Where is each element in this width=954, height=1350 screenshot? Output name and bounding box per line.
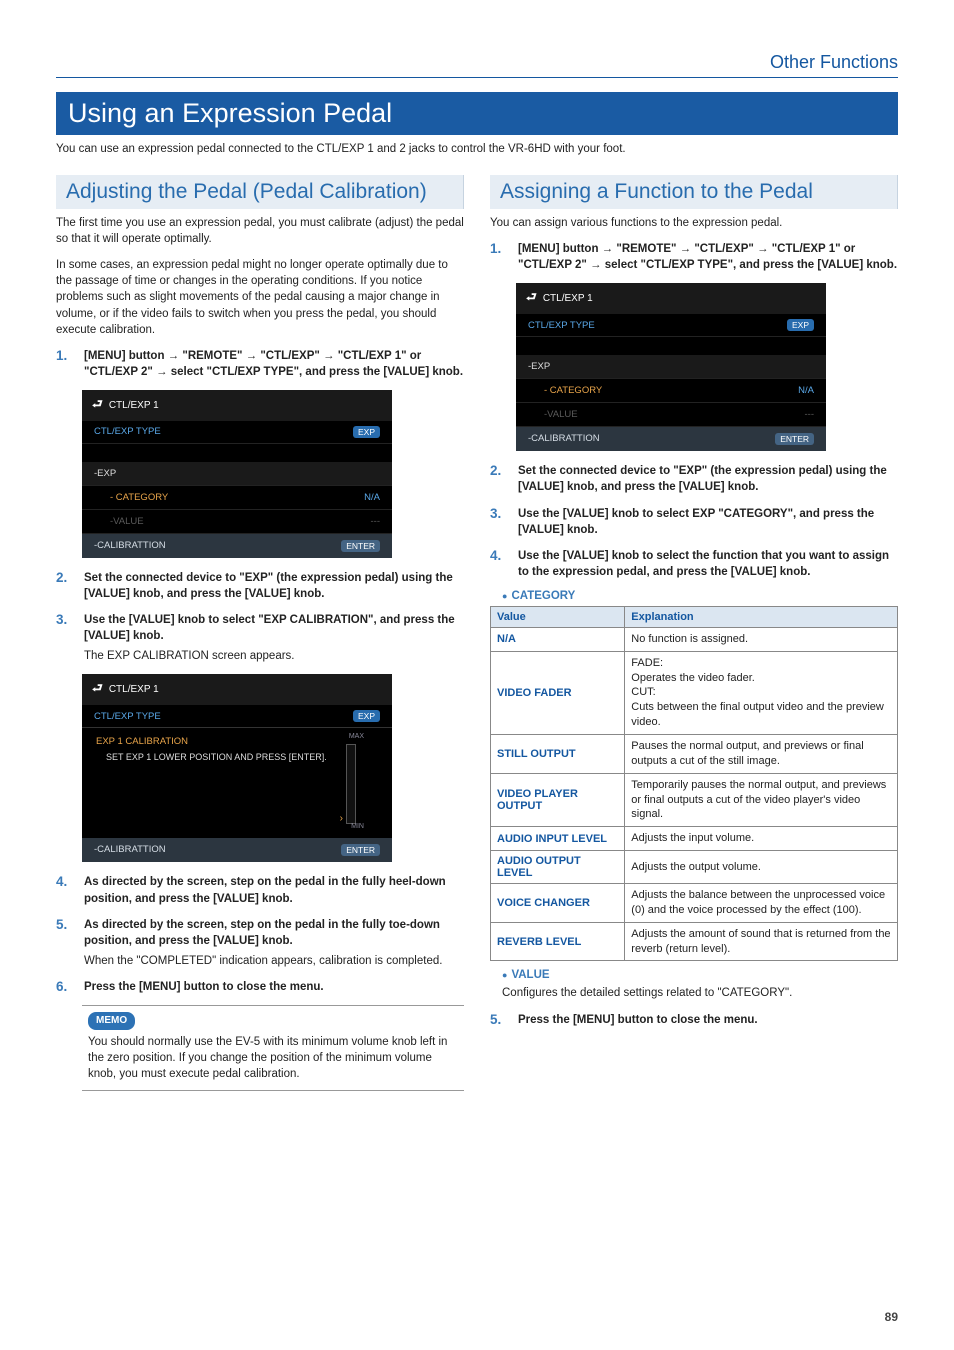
- scr-r-calib-label: -CALIBRATTION: [528, 433, 600, 445]
- left-step-2-num: 2.: [56, 570, 76, 602]
- category-heading: CATEGORY: [502, 590, 898, 602]
- scr-r-group-exp: -EXP: [516, 355, 826, 378]
- scr-r-calib-value: ENTER: [775, 433, 814, 445]
- scr-calibration-value: ENTER: [341, 540, 380, 552]
- right-step-4-num: 4.: [490, 548, 510, 580]
- left-step-4: As directed by the screen, step on the p…: [84, 876, 446, 904]
- value-desc: Configures the detailed settings related…: [502, 985, 898, 1001]
- right-step-2: Set the connected device to "EXP" (the e…: [518, 465, 887, 493]
- memo-tag: MEMO: [88, 1012, 135, 1030]
- table-row: STILL OUTPUTPauses the normal output, an…: [491, 735, 898, 774]
- scr2-max-label: MAX: [349, 733, 364, 740]
- scr-r-ctlexptype-value: EXP: [787, 319, 814, 331]
- cat-th-explanation: Explanation: [625, 606, 898, 627]
- left-step-3: Use the [VALUE] knob to select "EXP CALI…: [84, 614, 455, 642]
- scr-group-exp: -EXP: [82, 462, 392, 485]
- back-icon: ⮐: [92, 679, 103, 700]
- table-row: VIDEO PLAYER OUTPUTTemporarily pauses th…: [491, 773, 898, 827]
- left-step-3-num: 3.: [56, 612, 76, 664]
- right-step-5: Press the [MENU] button to close the men…: [518, 1014, 758, 1026]
- right-subtitle: Assigning a Function to the Pedal: [490, 175, 898, 209]
- left-step-5: As directed by the screen, step on the p…: [84, 919, 440, 947]
- right-step-3-num: 3.: [490, 506, 510, 538]
- left-subtitle: Adjusting the Pedal (Pedal Calibration): [56, 175, 464, 209]
- left-p2: In some cases, an expression pedal might…: [56, 257, 464, 337]
- memo-box: MEMO You should normally use the EV-5 wi…: [82, 1005, 464, 1091]
- right-step-1-num: 1.: [490, 241, 510, 273]
- page-title: Using an Expression Pedal: [56, 92, 898, 135]
- memo-body: You should normally use the EV-5 with it…: [88, 1034, 458, 1082]
- table-row: AUDIO OUTPUT LEVELAdjusts the output vol…: [491, 851, 898, 884]
- table-row: N/ANo function is assigned.: [491, 627, 898, 651]
- scr2-level-bar: [346, 744, 356, 824]
- page-number: 89: [885, 1310, 898, 1324]
- scr-header: CTL/EXP 1: [109, 400, 159, 411]
- header-section-label: Other Functions: [56, 52, 898, 78]
- scr2-min-label: MIN: [351, 823, 364, 830]
- left-step-5-sub: When the "COMPLETED" indication appears,…: [84, 953, 464, 969]
- left-step-1: [MENU] button → "REMOTE" → "CTL/EXP" → "…: [84, 350, 463, 378]
- cat-th-value: Value: [491, 606, 625, 627]
- scr-r-ctlexptype-label: CTL/EXP TYPE: [528, 320, 595, 331]
- chevron-right-icon: ›: [340, 813, 343, 824]
- scr-category-label: - CATEGORY: [110, 492, 168, 503]
- table-row: VIDEO FADERFADE: Operates the video fade…: [491, 651, 898, 734]
- left-step-4-num: 4.: [56, 874, 76, 906]
- left-step-1-num: 1.: [56, 348, 76, 380]
- scr2-ctlexptype-label: CTL/EXP TYPE: [94, 711, 161, 722]
- scr-r-category-label: - CATEGORY: [544, 385, 602, 396]
- scr-r-header: CTL/EXP 1: [543, 293, 593, 304]
- ui-screenshot-calibration: ⮐ CTL/EXP 1 CTL/EXP TYPE EXP EXP 1 CALIB…: [82, 674, 392, 862]
- ui-screenshot-ctlexp-menu-right: ⮐ CTL/EXP 1 CTL/EXP TYPE EXP -EXP - CATE…: [516, 283, 826, 451]
- scr2-header: CTL/EXP 1: [109, 684, 159, 695]
- left-p1: The first time you use an expression ped…: [56, 215, 464, 247]
- ui-screenshot-ctlexp-menu: ⮐ CTL/EXP 1 CTL/EXP TYPE EXP -EXP - CATE…: [82, 390, 392, 558]
- table-row: AUDIO INPUT LEVELAdjusts the input volum…: [491, 827, 898, 851]
- scr2-calib-instruction: SET EXP 1 LOWER POSITION AND PRESS [ENTE…: [106, 752, 327, 762]
- left-step-2: Set the connected device to "EXP" (the e…: [84, 572, 453, 600]
- scr-row-ctlexptype-label: CTL/EXP TYPE: [94, 426, 161, 437]
- left-step-6: Press the [MENU] button to close the men…: [84, 981, 324, 993]
- right-step-2-num: 2.: [490, 463, 510, 495]
- right-step-1: [MENU] button → "REMOTE" → "CTL/EXP" → "…: [518, 243, 897, 271]
- left-step-5-num: 5.: [56, 917, 76, 969]
- right-step-4: Use the [VALUE] knob to select the funct…: [518, 550, 889, 578]
- scr2-calib-title: EXP 1 CALIBRATION: [96, 736, 188, 747]
- left-step-3-sub: The EXP CALIBRATION screen appears.: [84, 648, 464, 664]
- category-table: Value Explanation N/ANo function is assi…: [490, 606, 898, 962]
- right-p1: You can assign various functions to the …: [490, 215, 898, 231]
- right-step-5-num: 5.: [490, 1012, 510, 1028]
- back-icon: ⮐: [92, 395, 103, 416]
- table-row: REVERB LEVELAdjusts the amount of sound …: [491, 922, 898, 961]
- scr2-ctlexptype-value: EXP: [353, 710, 380, 722]
- scr-value-value: ---: [371, 516, 381, 527]
- left-step-6-num: 6.: [56, 979, 76, 995]
- table-row: VOICE CHANGERAdjusts the balance between…: [491, 884, 898, 923]
- intro-text: You can use an expression pedal connecte…: [56, 141, 898, 157]
- value-heading: VALUE: [502, 969, 898, 981]
- scr2-calib-label: -CALIBRATTION: [94, 844, 166, 856]
- scr-r-value-label: -VALUE: [544, 409, 578, 420]
- scr-r-category-value: N/A: [798, 385, 814, 396]
- back-icon: ⮐: [526, 288, 537, 309]
- scr-category-value: N/A: [364, 492, 380, 503]
- scr2-calib-value: ENTER: [341, 844, 380, 856]
- scr-value-label: -VALUE: [110, 516, 144, 527]
- right-step-3: Use the [VALUE] knob to select EXP "CATE…: [518, 508, 874, 536]
- scr-row-ctlexptype-value: EXP: [353, 426, 380, 438]
- scr-r-value-value: ---: [805, 409, 815, 420]
- scr-calibration-label: -CALIBRATTION: [94, 540, 166, 552]
